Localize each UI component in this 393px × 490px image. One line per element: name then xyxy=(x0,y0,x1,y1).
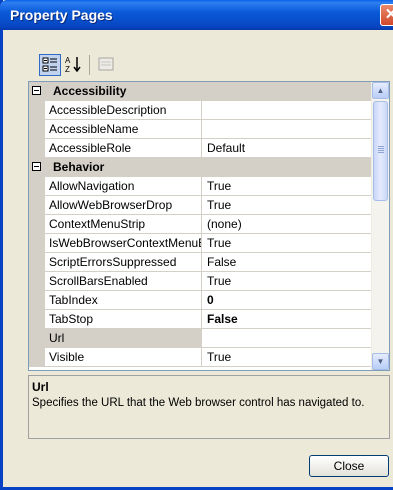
property-name[interactable]: IsWebBrowserContextMenuEnabled xyxy=(45,234,202,252)
property-row[interactable]: AllowWebBrowserDrop True xyxy=(29,196,371,215)
categorized-button[interactable] xyxy=(39,54,61,76)
property-value[interactable]: True xyxy=(203,348,371,366)
property-name[interactable]: ContextMenuStrip xyxy=(45,215,202,233)
property-value[interactable]: 0 xyxy=(203,291,371,309)
row-margin xyxy=(29,196,45,215)
property-row[interactable]: ContextMenuStrip (none) xyxy=(29,215,371,234)
scroll-up-icon[interactable]: ▲ xyxy=(372,82,389,99)
alphabetical-icon: A Z xyxy=(65,56,81,74)
row-margin xyxy=(29,291,45,310)
description-text: Specifies the URL that the Web browser c… xyxy=(32,397,365,409)
vertical-scrollbar[interactable]: ▲ ▼ xyxy=(371,82,389,370)
property-name[interactable]: TabStop xyxy=(45,310,202,328)
row-margin xyxy=(29,310,45,329)
property-name[interactable]: AccessibleDescription xyxy=(45,101,202,119)
property-grid: Accessibility AccessibleDescription Access… xyxy=(28,81,390,371)
svg-text:A: A xyxy=(65,56,71,65)
property-name[interactable]: Url xyxy=(45,329,202,347)
property-row[interactable]: AccessibleRole Default xyxy=(29,139,371,158)
window-title: Property Pages xyxy=(10,7,113,23)
property-value[interactable]: True xyxy=(203,177,371,195)
property-row[interactable]: AllowNavigation True xyxy=(29,177,371,196)
row-margin xyxy=(29,234,45,253)
window-close-icon[interactable]: ✕ xyxy=(380,4,393,26)
property-value[interactable]: True xyxy=(203,196,371,214)
toolbar-separator xyxy=(89,55,90,75)
property-name[interactable]: AccessibleRole xyxy=(45,139,202,157)
property-row[interactable]: Url xyxy=(29,329,371,348)
property-row[interactable]: Visible True xyxy=(29,348,371,367)
property-name[interactable]: Visible xyxy=(45,348,202,366)
property-name[interactable]: AllowWebBrowserDrop xyxy=(45,196,202,214)
property-value[interactable]: False xyxy=(203,253,371,271)
row-margin xyxy=(29,253,45,272)
property-value[interactable]: (none) xyxy=(203,215,371,233)
row-margin xyxy=(29,139,45,158)
svg-text:Z: Z xyxy=(65,65,70,74)
row-margin xyxy=(29,101,45,120)
property-value[interactable]: Default xyxy=(203,139,371,157)
property-value[interactable]: True xyxy=(203,272,371,290)
property-row[interactable]: AccessibleDescription xyxy=(29,101,371,120)
title-bar[interactable]: Property Pages ✕ xyxy=(0,0,393,30)
property-value[interactable]: True xyxy=(203,234,371,252)
property-pages-window: Property Pages ✕ A Z Accessibility Acces… xyxy=(0,0,393,490)
property-row[interactable]: ScriptErrorsSuppressed False xyxy=(29,253,371,272)
categorized-icon xyxy=(42,57,57,72)
row-margin xyxy=(29,272,45,291)
collapse-icon[interactable] xyxy=(32,162,41,171)
collapse-icon[interactable] xyxy=(32,86,41,95)
close-button[interactable]: Close xyxy=(309,455,389,477)
property-value[interactable] xyxy=(203,329,371,347)
property-toolbar: A Z xyxy=(12,51,152,79)
property-row[interactable]: ScrollBarsEnabled True xyxy=(29,272,371,291)
property-value[interactable]: False xyxy=(203,310,371,328)
property-name[interactable]: ScrollBarsEnabled xyxy=(45,272,202,290)
alphabetical-button[interactable]: A Z xyxy=(63,54,85,76)
category-label: Accessibility xyxy=(53,84,127,98)
property-row[interactable]: AccessibleName xyxy=(29,120,371,139)
row-margin xyxy=(29,120,45,139)
property-rows: Accessibility AccessibleDescription Access… xyxy=(29,82,371,367)
row-margin xyxy=(29,177,45,196)
row-margin xyxy=(29,348,45,367)
property-value[interactable] xyxy=(203,120,371,138)
category-row[interactable]: Accessibility xyxy=(29,82,371,101)
category-row[interactable]: Behavior xyxy=(29,158,371,177)
property-name[interactable]: AccessibleName xyxy=(45,120,202,138)
scroll-down-icon[interactable]: ▼ xyxy=(372,353,389,370)
scrollbar-thumb[interactable] xyxy=(373,101,388,201)
property-name[interactable]: AllowNavigation xyxy=(45,177,202,195)
property-pages-button[interactable] xyxy=(96,54,118,76)
description-panel: Url Specifies the URL that the Web brows… xyxy=(28,375,390,439)
property-row[interactable]: IsWebBrowserContextMenuEnabledTrue xyxy=(29,234,371,253)
description-title: Url xyxy=(32,380,49,394)
property-name[interactable]: TabIndex xyxy=(45,291,202,309)
property-pages-icon xyxy=(98,57,114,71)
property-row[interactable]: TabIndex 0 xyxy=(29,291,371,310)
property-row[interactable]: TabStop False xyxy=(29,310,371,329)
property-value[interactable] xyxy=(203,101,371,119)
row-margin xyxy=(29,215,45,234)
category-label: Behavior xyxy=(53,160,105,174)
row-margin xyxy=(29,329,45,348)
property-name[interactable]: ScriptErrorsSuppressed xyxy=(45,253,202,271)
